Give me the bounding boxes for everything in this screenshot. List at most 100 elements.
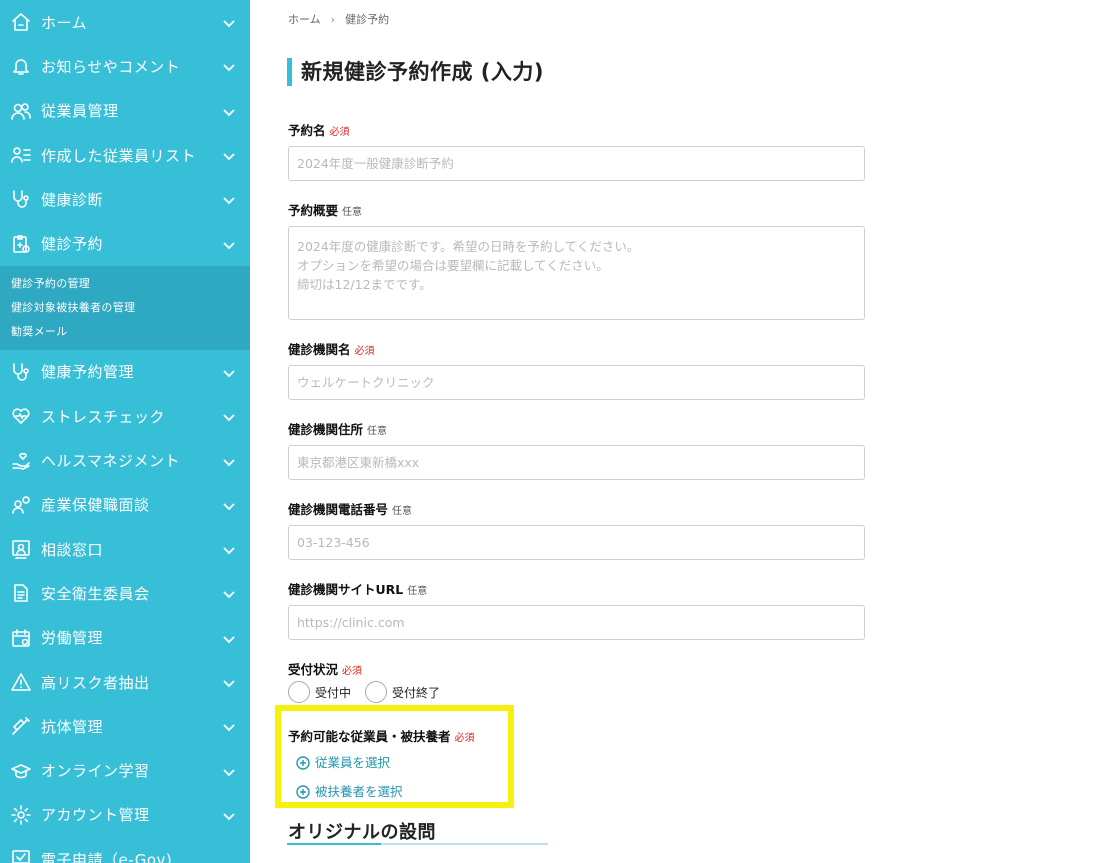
chevron-down-icon[interactable]: [222, 148, 236, 162]
sidebar-item-e-gov[interactable]: 電子申請（e-Gov): [0, 837, 250, 863]
sidebar-item-label: ホーム: [41, 13, 88, 32]
sidebar-item-health-management[interactable]: ヘルスマネジメント: [0, 438, 250, 482]
section-underline: [287, 843, 548, 845]
reservation-name-input[interactable]: 2024年度一般健康診断予約: [288, 146, 865, 181]
sidebar-item-online-learning[interactable]: オンライン学習: [0, 748, 250, 792]
clinic-address-field: 健診機関住所 任意 東京都港区東新橋xxx: [288, 419, 865, 480]
chevron-down-icon[interactable]: [222, 104, 236, 118]
breadcrumb-home[interactable]: ホーム: [288, 11, 321, 27]
clinic-name-input[interactable]: ウェルケートクリニック: [288, 365, 865, 400]
sidebar-item-label: 作成した従業員リスト: [41, 146, 197, 165]
chevron-down-icon[interactable]: [222, 586, 236, 600]
clinic-address-input[interactable]: 東京都港区東新橋xxx: [288, 445, 865, 480]
bell-icon: [10, 55, 32, 77]
clinic-phone-input[interactable]: 03-123-456: [288, 525, 865, 560]
sidebar-item-antibody-management[interactable]: 抗体管理: [0, 704, 250, 748]
field-label: 予約概要 任意: [288, 200, 865, 218]
submenu-item-dependents-management[interactable]: 健診対象被扶養者の管理: [0, 296, 250, 320]
select-dependents-link[interactable]: 被扶養者を選択: [296, 781, 865, 800]
sidebar-item-notifications[interactable]: お知らせやコメント: [0, 44, 250, 88]
user-box-icon: [10, 538, 32, 560]
chevron-down-icon[interactable]: [222, 365, 236, 379]
clinic-url-field: 健診機関サイトURL 任意 https://clinic.com: [288, 579, 865, 640]
chevron-down-icon[interactable]: [222, 675, 236, 689]
clinic-phone-field: 健診機関電話番号 任意 03-123-456: [288, 499, 865, 560]
clinic-url-input[interactable]: https://clinic.com: [288, 605, 865, 640]
optional-tag: 任意: [367, 426, 388, 437]
sidebar-item-account-management[interactable]: アカウント管理: [0, 793, 250, 837]
sidebar-item-occupational-interview[interactable]: 産業保健職面談: [0, 483, 250, 527]
sidebar-item-label: アカウント管理: [41, 806, 150, 825]
sidebar-item-home[interactable]: ホーム: [0, 0, 250, 44]
required-tag: 必須: [329, 127, 350, 138]
sidebar-item-employee-lists[interactable]: 作成した従業員リスト: [0, 133, 250, 177]
sidebar-item-high-risk-extraction[interactable]: 高リスク者抽出: [0, 660, 250, 704]
breadcrumb-current: 健診予約: [345, 13, 390, 26]
field-label: 予約可能な従業員・被扶養者 必須: [288, 726, 865, 744]
plus-circle-icon: [296, 784, 310, 799]
sidebar-item-label: お知らせやコメント: [41, 57, 181, 76]
status-radio-group: 受付中 受付終了: [288, 681, 865, 703]
chevron-down-icon[interactable]: [222, 542, 236, 556]
sidebar-item-safety-committee[interactable]: 安全衛生委員会: [0, 571, 250, 615]
optional-tag: 任意: [407, 586, 428, 597]
sidebar-item-label: 労働管理: [41, 629, 104, 648]
field-label-text: 予約名: [288, 123, 326, 138]
sidebar-item-label: 産業保健職面談: [41, 496, 150, 515]
chevron-down-icon[interactable]: [222, 237, 236, 251]
reservation-summary-textarea[interactable]: 2024年度の健康診断です。希望の日時を予約してください。 オプションを希望の場…: [288, 226, 865, 320]
section-underline-accent: [287, 843, 381, 845]
chevron-down-icon[interactable]: [222, 454, 236, 468]
sidebar-item-checkup-reservation[interactable]: 健診予約: [0, 221, 250, 265]
field-label-text: 予約概要: [288, 203, 339, 218]
chevron-down-icon[interactable]: [222, 808, 236, 822]
status-field: 受付状況 必須 受付中 受付終了: [288, 659, 865, 703]
sidebar-item-label: 相談窓口: [41, 540, 104, 559]
chevron-down-icon[interactable]: [222, 59, 236, 73]
sidebar-item-label: ストレスチェック: [41, 407, 166, 426]
heart-icon: [10, 405, 32, 427]
field-label-text: 健診機関電話番号: [288, 502, 389, 517]
reservation-name-field: 予約名 必須 2024年度一般健康診断予約: [288, 120, 865, 181]
sidebar-item-consultation[interactable]: 相談窓口: [0, 527, 250, 571]
stethoscope-icon: [10, 361, 32, 383]
field-label-text: 健診機関サイトURL: [288, 582, 404, 597]
chevron-down-icon[interactable]: [222, 409, 236, 423]
select-employees-label: 従業員を選択: [315, 755, 391, 770]
sidebar-item-labor-management[interactable]: 労働管理: [0, 616, 250, 660]
gear-icon: [10, 804, 32, 826]
hand-heart-icon: [10, 450, 32, 472]
radio-label: 受付終了: [392, 685, 441, 700]
select-employees-link[interactable]: 従業員を選択: [296, 752, 865, 771]
field-label: 予約名 必須: [288, 120, 865, 138]
chevron-down-icon[interactable]: [222, 192, 236, 206]
sidebar-item-label: オンライン学習: [41, 762, 150, 781]
user-list-icon: [10, 144, 32, 166]
chevron-down-icon[interactable]: [222, 15, 236, 29]
chevron-down-icon[interactable]: [222, 631, 236, 645]
optional-tag: 任意: [392, 506, 413, 517]
status-radio-open[interactable]: 受付中: [288, 681, 351, 703]
sidebar-item-employees[interactable]: 従業員管理: [0, 89, 250, 133]
reservation-summary-field: 予約概要 任意 2024年度の健康診断です。希望の日時を予約してください。 オプ…: [288, 200, 865, 320]
sidebar-item-health-check[interactable]: 健康診断: [0, 177, 250, 221]
chevron-down-icon[interactable]: [222, 764, 236, 778]
sidebar-item-stress-check[interactable]: ストレスチェック: [0, 394, 250, 438]
required-tag: 必須: [454, 733, 475, 744]
alert-icon: [10, 671, 32, 693]
chevron-down-icon[interactable]: [222, 719, 236, 733]
sidebar-item-label: 高リスク者抽出: [41, 673, 150, 692]
submenu-item-reminder-mail[interactable]: 勧奨メール: [0, 320, 250, 344]
main-content: ホーム › 健診予約 新規健診予約作成 (入力) 予約名 必須 2024年度一般…: [250, 0, 1114, 863]
stethoscope-icon: [10, 188, 32, 210]
clinic-name-field: 健診機関名 必須 ウェルケートクリニック: [288, 339, 865, 400]
status-radio-closed[interactable]: 受付終了: [365, 681, 440, 703]
chevron-down-icon[interactable]: [222, 498, 236, 512]
radio-circle[interactable]: [288, 681, 310, 703]
calendar-icon: [10, 627, 32, 649]
sidebar-item-health-reservation-management[interactable]: 健康予約管理: [0, 350, 250, 394]
submenu-item-reservation-management[interactable]: 健診予約の管理: [0, 272, 250, 296]
targets-field: 予約可能な従業員・被扶養者 必須 従業員を選択 被扶養者を選択: [288, 726, 865, 800]
field-label-text: 受付状況: [288, 662, 339, 677]
radio-circle[interactable]: [365, 681, 388, 703]
